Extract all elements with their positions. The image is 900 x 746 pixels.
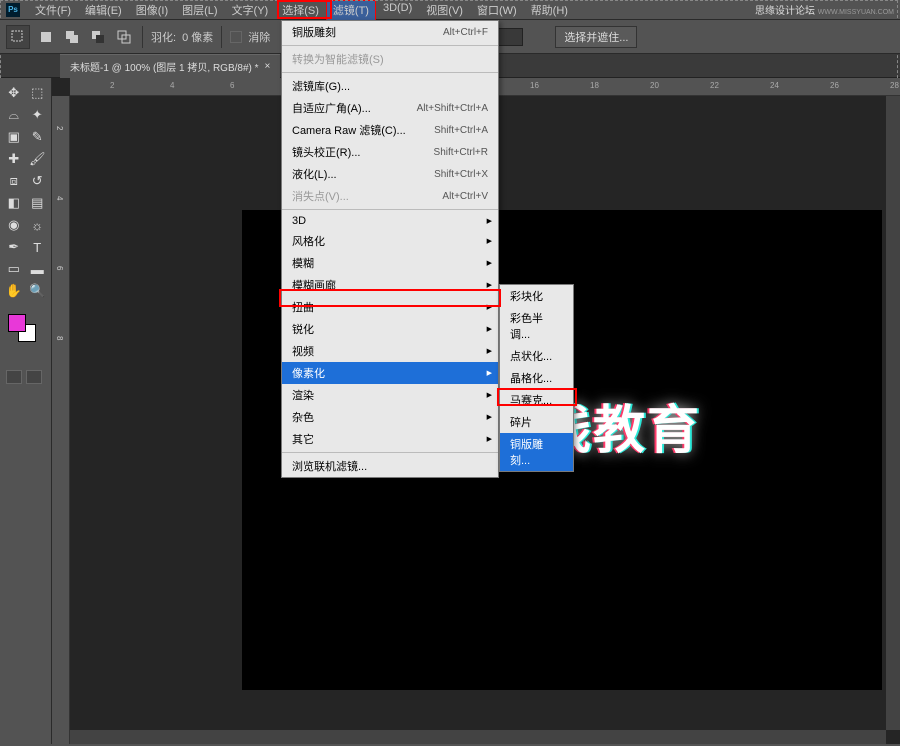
tool-path-select[interactable]: ▭ (2, 258, 26, 280)
menu-item-filter-g1-1[interactable]: 自适应广角(A)...Alt+Shift+Ctrl+A (282, 97, 498, 119)
feather-value[interactable]: 0 像素 (182, 29, 213, 45)
tool-gradient[interactable]: ▤ (26, 192, 50, 214)
scrollbar-horizontal[interactable] (70, 730, 886, 744)
submenu-item-5[interactable]: 碎片 (500, 411, 573, 433)
feather-label: 羽化: (151, 29, 176, 45)
menu-item-杂色[interactable]: 杂色 (282, 406, 498, 428)
foreground-color[interactable] (8, 314, 26, 332)
menu-item-filter-g1-3[interactable]: 镜头校正(R)...Shift+Ctrl+R (282, 141, 498, 163)
antialias-checkbox[interactable] (230, 31, 242, 43)
menu-item-browse-online[interactable]: 浏览联机滤镜... (282, 455, 498, 477)
tool-dodge[interactable]: ☼ (26, 214, 50, 236)
submenu-item-4[interactable]: 马赛克... (500, 389, 573, 411)
tool-blur[interactable]: ◉ (2, 214, 26, 236)
antialias-label: 消除 (248, 29, 270, 45)
quick-mask-icon[interactable] (6, 370, 22, 384)
menu-item-扭曲[interactable]: 扭曲 (282, 296, 498, 318)
ruler-vertical: 2468 (52, 96, 70, 744)
tool-type[interactable]: T (26, 236, 50, 258)
menu-item-风格化[interactable]: 风格化 (282, 230, 498, 252)
tool-eyedropper[interactable]: ✎ (26, 126, 50, 148)
tool-lasso[interactable]: ⌓ (2, 104, 26, 126)
toolbox: ✥⬚⌓✦▣✎✚🖌⧈↺◧▤◉☼✒T▭▬✋🔍 (0, 78, 52, 744)
menu-item-3D[interactable]: 3D (282, 212, 498, 230)
menu-item-filter-g1-0[interactable]: 滤镜库(G)... (282, 75, 498, 97)
tool-magic-wand[interactable]: ✦ (26, 104, 50, 126)
tool-crop[interactable]: ▣ (2, 126, 26, 148)
menu-item-视频[interactable]: 视频 (282, 340, 498, 362)
selection-intersect-icon[interactable] (114, 27, 134, 47)
selection-add-icon[interactable] (62, 27, 82, 47)
pixelate-submenu: 彩块化彩色半调...点状化...晶格化...马赛克...碎片铜版雕刻... (499, 284, 574, 472)
submenu-item-0[interactable]: 彩块化 (500, 285, 573, 307)
screen-mode-icon[interactable] (26, 370, 42, 384)
scrollbar-vertical[interactable] (886, 96, 900, 730)
tool-shape[interactable]: ▬ (26, 258, 50, 280)
tool-move[interactable]: ✥ (2, 82, 26, 104)
menu-item-filter-g1-5: 消失点(V)...Alt+Ctrl+V (282, 185, 498, 207)
select-and-mask-button[interactable]: 选择并遮住... (555, 26, 637, 48)
tool-stamp[interactable]: ⧈ (2, 170, 26, 192)
filter-menu-dropdown: 铜版雕刻Alt+Ctrl+F 转换为智能滤镜(S) 滤镜库(G)...自适应广角… (281, 20, 499, 478)
menu-item-filter-g1-4[interactable]: 液化(L)...Shift+Ctrl+X (282, 163, 498, 185)
tool-preset[interactable] (6, 25, 30, 49)
tool-history-brush[interactable]: ↺ (26, 170, 50, 192)
menu-item-filter-g1-2[interactable]: Camera Raw 滤镜(C)...Shift+Ctrl+A (282, 119, 498, 141)
watermark: 思缘设计论坛 WWW.MISSYUAN.COM (755, 2, 894, 17)
tool-pen[interactable]: ✒ (2, 236, 26, 258)
menu-item-锐化[interactable]: 锐化 (282, 318, 498, 340)
submenu-item-3[interactable]: 晶格化... (500, 367, 573, 389)
menu-item-模糊[interactable]: 模糊 (282, 252, 498, 274)
submenu-item-6[interactable]: 铜版雕刻... (500, 433, 573, 471)
menu-item-模糊画廊[interactable]: 模糊画廊 (282, 274, 498, 296)
tool-zoom[interactable]: 🔍 (26, 280, 50, 302)
color-swatches[interactable] (2, 314, 49, 354)
selection-new-icon[interactable] (36, 27, 56, 47)
tool-hand[interactable]: ✋ (2, 280, 26, 302)
menu-item-last-filter[interactable]: 铜版雕刻Alt+Ctrl+F (282, 21, 498, 43)
tool-brush[interactable]: 🖌 (26, 148, 50, 170)
menu-item-渲染[interactable]: 渲染 (282, 384, 498, 406)
tool-marquee[interactable]: ⬚ (26, 82, 50, 104)
menu-item-像素化[interactable]: 像素化 (282, 362, 498, 384)
tool-healing[interactable]: ✚ (2, 148, 26, 170)
menu-item-convert-smart: 转换为智能滤镜(S) (282, 48, 498, 70)
selection-subtract-icon[interactable] (88, 27, 108, 47)
menu-item-其它[interactable]: 其它 (282, 428, 498, 450)
submenu-item-1[interactable]: 彩色半调... (500, 307, 573, 345)
submenu-item-2[interactable]: 点状化... (500, 345, 573, 367)
tool-eraser[interactable]: ◧ (2, 192, 26, 214)
